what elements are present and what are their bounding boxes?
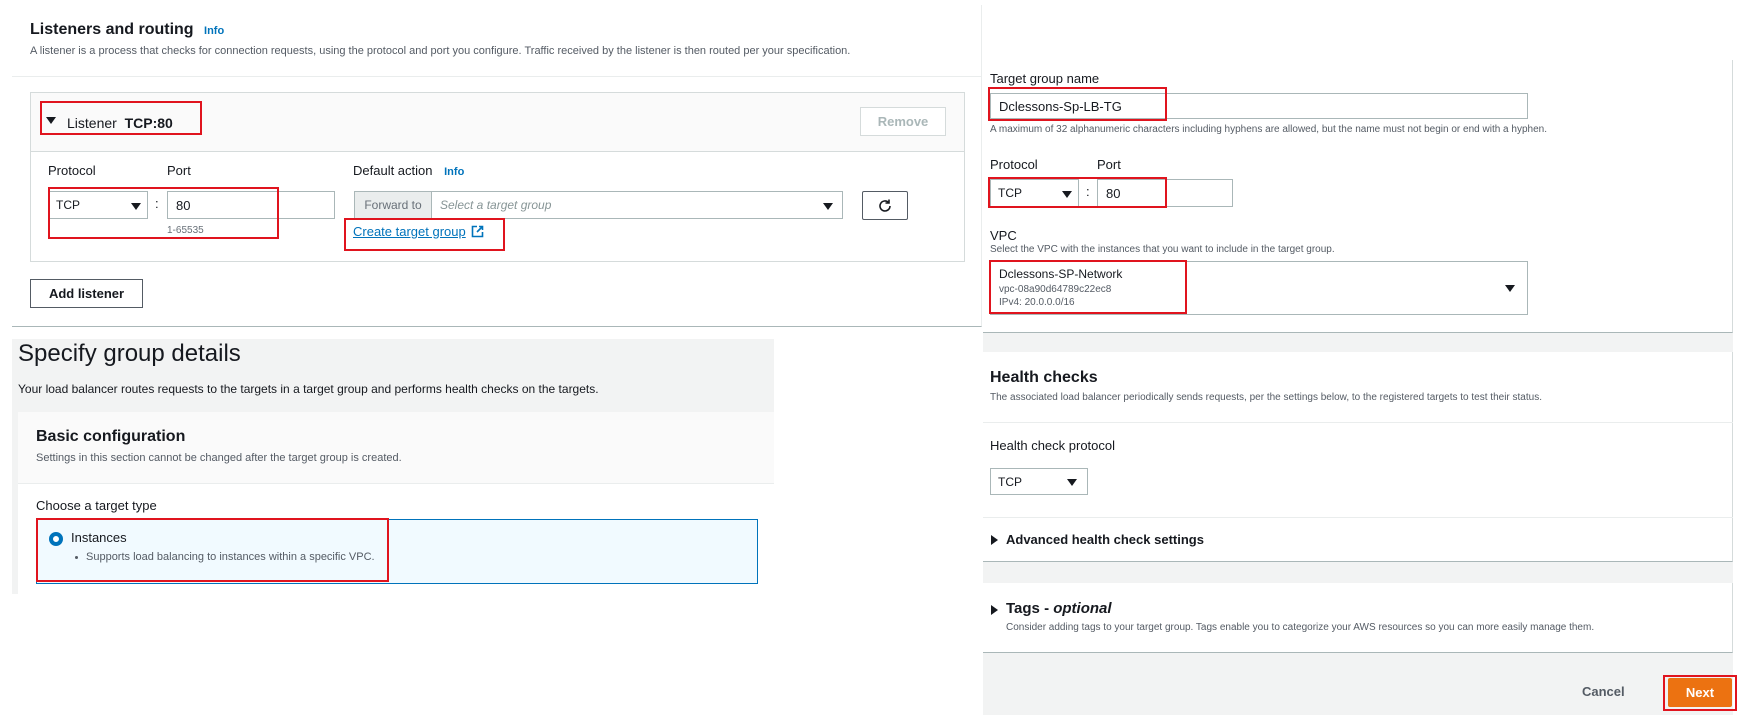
target-group-select[interactable]: Select a target group <box>431 191 843 219</box>
vpc-name: Dclessons-SP-Network <box>999 267 1123 281</box>
listeners-info-link[interactable]: Info <box>204 25 224 37</box>
tg-protocol-label: Protocol <box>990 157 1038 172</box>
cancel-button[interactable]: Cancel <box>1582 684 1625 699</box>
chevron-down-icon <box>1067 479 1077 486</box>
page-title: Specify group details <box>18 340 241 367</box>
caret-right-icon[interactable] <box>991 535 998 545</box>
tg-protocol-port-separator: : <box>1086 184 1090 199</box>
port-input[interactable]: 80 <box>167 191 335 219</box>
refresh-button[interactable] <box>862 191 908 220</box>
target-group-name-input[interactable]: Dclessons-Sp-LB-TG <box>990 93 1528 119</box>
add-listener-button[interactable]: Add listener <box>30 279 143 308</box>
forward-to-label: Forward to <box>354 191 432 219</box>
tags-card <box>983 583 1733 653</box>
tags-description: Consider adding tags to your target grou… <box>1006 622 1595 633</box>
refresh-icon <box>879 199 891 212</box>
protocol-label: Protocol <box>48 163 96 178</box>
default-action-info-link[interactable]: Info <box>444 166 464 178</box>
advanced-health-check-toggle[interactable]: Advanced health check settings <box>1006 532 1204 547</box>
expand-caret-icon[interactable] <box>46 117 56 124</box>
divider <box>983 517 1733 518</box>
protocol-port-separator: : <box>155 196 159 211</box>
next-button[interactable]: Next <box>1668 678 1732 707</box>
chevron-down-icon <box>823 203 833 210</box>
port-label: Port <box>167 163 191 178</box>
remove-button[interactable]: Remove <box>860 107 946 136</box>
basic-configuration-title: Basic configuration <box>36 428 186 445</box>
target-group-name-hint: A maximum of 32 alphanumeric characters … <box>990 124 1547 135</box>
target-type-label: Choose a target type <box>36 498 157 513</box>
external-link-icon <box>471 225 484 238</box>
health-check-protocol-label: Health check protocol <box>990 438 1116 453</box>
tg-protocol-select[interactable]: TCP <box>990 179 1079 207</box>
vpc-cidr: IPv4: 20.0.0.0/16 <box>999 297 1075 308</box>
listeners-header <box>12 5 982 77</box>
health-checks-title: Health checks <box>990 369 1098 386</box>
chevron-down-icon <box>131 203 141 210</box>
create-target-group-link[interactable]: Create target group <box>353 224 484 239</box>
basic-configuration-description: Settings in this section cannot be chang… <box>36 452 402 464</box>
tg-port-input[interactable]: 80 <box>1097 179 1233 207</box>
listeners-title: Listeners and routing Info <box>30 21 225 38</box>
caret-right-icon[interactable] <box>991 605 998 615</box>
page-description: Your load balancer routes requests to th… <box>18 382 599 396</box>
vpc-id: vpc-08a90d64789c22ec8 <box>999 284 1112 295</box>
port-hint: 1-65535 <box>167 225 204 236</box>
tg-port-label: Port <box>1097 157 1121 172</box>
health-checks-description: The associated load balancer periodicall… <box>990 392 1542 403</box>
divider <box>983 422 1733 423</box>
instances-label: Instances <box>71 530 127 545</box>
basic-configuration-header <box>18 412 774 484</box>
instances-description: Supports load balancing to instances wit… <box>75 551 375 563</box>
vpc-description: Select the VPC with the instances that y… <box>990 244 1335 255</box>
vpc-label: VPC <box>990 228 1017 243</box>
listener-title[interactable]: Listener TCP:80 <box>67 115 173 131</box>
default-action-label: Default action Info <box>353 163 465 178</box>
instances-radio[interactable] <box>49 532 63 546</box>
health-check-protocol-select[interactable]: TCP <box>990 468 1088 495</box>
protocol-select[interactable]: TCP <box>48 191 148 219</box>
chevron-down-icon <box>1062 191 1072 198</box>
listeners-description: A listener is a process that checks for … <box>30 45 851 57</box>
target-group-name-label: Target group name <box>990 71 1100 86</box>
chevron-down-icon <box>1505 285 1515 292</box>
tags-title[interactable]: Tags - optional <box>1006 600 1112 617</box>
